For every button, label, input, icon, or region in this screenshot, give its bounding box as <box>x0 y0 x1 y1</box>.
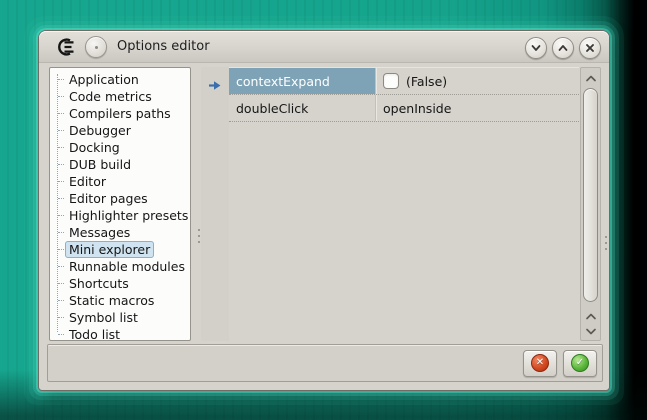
sidebar-item-label: DUB build <box>65 156 135 173</box>
tree-connector <box>58 198 64 199</box>
cancel-button[interactable]: ✕ <box>523 350 557 377</box>
accept-button[interactable]: ✓ <box>563 350 597 377</box>
tree-connector <box>58 232 64 233</box>
row-marker-arrow-icon <box>208 76 222 95</box>
close-icon <box>583 41 597 55</box>
scroll-up-button-secondary[interactable] <box>581 309 600 323</box>
tree-connector <box>58 79 64 80</box>
sidebar-item-highlighter-presets[interactable]: Highlighter presets <box>50 207 190 224</box>
accept-check-icon: ✓ <box>571 354 589 372</box>
tree-connector <box>58 317 64 318</box>
scrollbar-thumb[interactable] <box>583 88 598 302</box>
sidebar-item-label: Compilers paths <box>65 105 175 122</box>
tree-connector <box>58 334 64 335</box>
options-editor-window: Options editor Application Code metrics … <box>38 30 610 391</box>
tree-connector <box>58 266 64 267</box>
sidebar-item-label: Messages <box>65 224 134 241</box>
tree-connector <box>58 181 64 182</box>
scroll-down-button[interactable] <box>581 324 600 338</box>
sidebar-item-label: Debugger <box>65 122 135 139</box>
titlebar[interactable]: Options editor <box>39 31 609 63</box>
sidebar-item-todo-list[interactable]: Todo list <box>50 326 190 341</box>
chevron-down-icon <box>529 41 543 55</box>
property-value-cell[interactable]: (False) <box>375 68 579 94</box>
vertical-scrollbar[interactable] <box>580 67 601 341</box>
chevron-up-icon <box>556 41 570 55</box>
checkbox-unchecked[interactable] <box>383 73 399 89</box>
tree-connector <box>58 147 64 148</box>
property-value-text: (False) <box>406 74 447 89</box>
sidebar-item-mini-explorer[interactable]: Mini explorer <box>50 241 190 258</box>
sidebar-item-label: Highlighter presets <box>65 207 191 224</box>
sidebar-item-label: Shortcuts <box>65 275 133 292</box>
property-grid[interactable]: contextExpand (False) doubleClick openIn… <box>229 67 579 341</box>
tree-connector <box>58 96 64 97</box>
sidebar-item-code-metrics[interactable]: Code metrics <box>50 88 190 105</box>
sidebar-item-application[interactable]: Application <box>50 71 190 88</box>
sidebar-item-runnable-modules[interactable]: Runnable modules <box>50 258 190 275</box>
sidebar-item-messages[interactable]: Messages <box>50 224 190 241</box>
sidebar-item-compilers-paths[interactable]: Compilers paths <box>50 105 190 122</box>
sidebar-item-static-macros[interactable]: Static macros <box>50 292 190 309</box>
property-name-cell[interactable]: doubleClick <box>229 95 375 121</box>
minimize-button[interactable] <box>525 37 547 59</box>
sidebar-item-label-selected: Mini explorer <box>65 241 154 258</box>
sidebar-item-editor[interactable]: Editor <box>50 173 190 190</box>
sidebar-item-label: Application <box>65 71 143 88</box>
property-row-doubleclick[interactable]: doubleClick openInside <box>229 95 579 122</box>
scroll-up-button[interactable] <box>581 71 600 85</box>
property-value-cell[interactable]: openInside <box>375 95 579 121</box>
cancel-cross-icon: ✕ <box>531 354 549 372</box>
tree-connector <box>58 164 64 165</box>
sidebar-item-docking[interactable]: Docking <box>50 139 190 156</box>
window-edge-resize-handle[interactable] <box>604 236 608 254</box>
footer-panel: ✕ ✓ <box>47 344 603 382</box>
window-menu-button[interactable] <box>85 36 107 58</box>
close-button[interactable] <box>579 37 601 59</box>
window-title: Options editor <box>117 39 210 54</box>
tree-connector <box>58 130 64 131</box>
tree-connector <box>58 249 64 250</box>
property-grid-gutter <box>201 67 229 341</box>
property-row-contextexpand[interactable]: contextExpand (False) <box>229 68 579 95</box>
sidebar-item-label: Docking <box>65 139 124 156</box>
restore-button[interactable] <box>552 37 574 59</box>
tree-connector <box>58 113 64 114</box>
sidebar-item-debugger[interactable]: Debugger <box>50 122 190 139</box>
sidebar-item-label: Runnable modules <box>65 258 189 275</box>
sidebar-item-label: Code metrics <box>65 88 156 105</box>
sidebar-item-label: Static macros <box>65 292 158 309</box>
category-tree[interactable]: Application Code metrics Compilers paths… <box>49 67 191 341</box>
sidebar-item-shortcuts[interactable]: Shortcuts <box>50 275 190 292</box>
desktop-background: Options editor Application Code metrics … <box>0 0 647 420</box>
sidebar-item-symbol-list[interactable]: Symbol list <box>50 309 190 326</box>
coedit-logo-icon <box>55 37 77 57</box>
property-name-cell[interactable]: contextExpand <box>229 68 375 94</box>
tree-connector <box>58 300 64 301</box>
sidebar-item-label: Symbol list <box>65 309 142 326</box>
chevron-up-icon <box>585 74 597 83</box>
tree-connector <box>58 215 64 216</box>
tree-connector <box>58 283 64 284</box>
chevron-down-icon <box>585 327 597 336</box>
sidebar-item-dub-build[interactable]: DUB build <box>50 156 190 173</box>
property-value-text: openInside <box>383 101 451 116</box>
sidebar-item-label: Todo list <box>65 326 124 341</box>
sidebar-item-editor-pages[interactable]: Editor pages <box>50 190 190 207</box>
sidebar-item-label: Editor pages <box>65 190 152 207</box>
chevron-up-icon <box>585 312 597 321</box>
sidebar-item-label: Editor <box>65 173 110 190</box>
